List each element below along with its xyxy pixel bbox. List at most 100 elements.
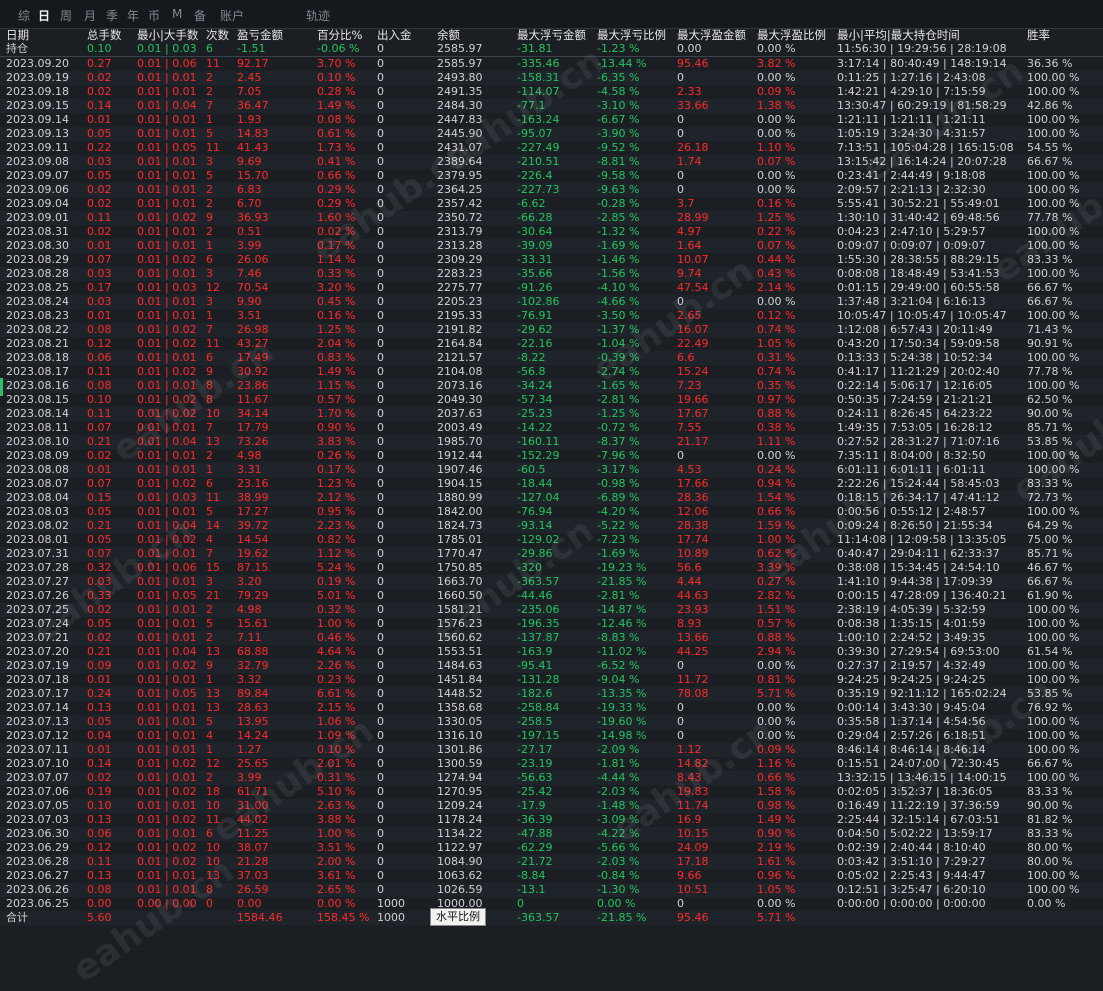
table-row[interactable]: 2023.08.30 0.01 0.01 | 0.01 1 3.99 0.17 % 0 231…: [0, 239, 1103, 253]
table-row[interactable]: 2023.09.14 0.01 0.01 | 0.01 1 1.93 0.08 % 0 244…: [0, 113, 1103, 127]
cell-max-float-loss: -21.72: [517, 855, 553, 868]
table-row[interactable]: 2023.07.24 0.05 0.01 | 0.01 5 15.61 1.00 % 0 15…: [0, 617, 1103, 631]
header-deposit[interactable]: 出入金: [377, 28, 437, 42]
table-row[interactable]: 2023.07.18 0.01 0.01 | 0.01 1 3.32 0.23 % 0 145…: [0, 673, 1103, 687]
cell-balance: 1026.59: [437, 883, 483, 896]
table-row[interactable]: 2023.08.31 0.02 0.01 | 0.01 2 0.51 0.02 % 0 231…: [0, 225, 1103, 239]
table-row[interactable]: 2023.07.07 0.02 0.01 | 0.01 2 3.99 0.31 % 0 127…: [0, 771, 1103, 785]
header-date[interactable]: 日期: [6, 28, 86, 42]
table-row[interactable]: 2023.07.11 0.01 0.01 | 0.01 1 1.27 0.10 % 0 130…: [0, 743, 1103, 757]
total-row[interactable]: 合计 5.60 1584.46 158.45 % 1000 -363.57 -21.85 %…: [0, 911, 1103, 925]
table-row[interactable]: 2023.09.11 0.22 0.01 | 0.05 11 41.43 1.73 % 0 2…: [0, 141, 1103, 155]
header-total-lots[interactable]: 总手数: [87, 28, 137, 42]
table-row[interactable]: 2023.08.02 0.21 0.01 | 0.04 14 39.72 2.23 % 0 1…: [0, 519, 1103, 533]
header-percent[interactable]: 百分比%: [317, 28, 377, 42]
position-row[interactable]: 持仓 0.10 0.01 | 0.03 6 -1.51 -0.06 % 0 2585.97 -3…: [0, 42, 1103, 56]
table-row[interactable]: 2023.09.20 0.27 0.01 | 0.06 11 92.17 3.70 % 0 2…: [0, 57, 1103, 71]
tab-2[interactable]: 周: [60, 7, 72, 24]
table-row[interactable]: 2023.08.11 0.07 0.01 | 0.01 7 17.79 0.90 % 0 20…: [0, 421, 1103, 435]
tab-7[interactable]: M: [172, 7, 182, 21]
table-row[interactable]: 2023.07.03 0.13 0.01 | 0.02 11 44.02 3.88 % 0 1…: [0, 813, 1103, 827]
tab-6[interactable]: 币: [148, 7, 160, 24]
table-row[interactable]: 2023.09.08 0.03 0.01 | 0.01 3 9.69 0.41 % 0 238…: [0, 155, 1103, 169]
tab-5[interactable]: 年: [127, 7, 139, 24]
table-row[interactable]: 2023.06.27 0.13 0.01 | 0.01 13 37.03 3.61 % 0 1…: [0, 869, 1103, 883]
table-row[interactable]: 2023.08.17 0.11 0.01 | 0.02 9 30.92 1.49 % 0 21…: [0, 365, 1103, 379]
table-row[interactable]: 2023.09.18 0.02 0.01 | 0.01 2 7.05 0.28 % 0 249…: [0, 85, 1103, 99]
table-row[interactable]: 2023.07.31 0.07 0.01 | 0.01 7 19.62 1.12 % 0 17…: [0, 547, 1103, 561]
header-pnl[interactable]: 盈亏金额: [237, 28, 317, 42]
table-row[interactable]: 2023.09.07 0.05 0.01 | 0.01 5 15.70 0.66 % 0 23…: [0, 169, 1103, 183]
tab-0[interactable]: 综: [18, 7, 30, 24]
table-row[interactable]: 2023.08.23 0.01 0.01 | 0.01 1 3.51 0.16 % 0 219…: [0, 309, 1103, 323]
header-min-max-lots[interactable]: 最小|大手数: [137, 28, 206, 42]
table-row[interactable]: 2023.07.27 0.03 0.01 | 0.01 3 3.20 0.19 % 0 166…: [0, 575, 1103, 589]
table-row[interactable]: 2023.08.14 0.11 0.01 | 0.02 10 34.14 1.70 % 0 2…: [0, 407, 1103, 421]
table-row[interactable]: 2023.08.25 0.17 0.01 | 0.03 12 70.54 3.20 % 0 2…: [0, 281, 1103, 295]
table-row[interactable]: 2023.08.22 0.08 0.01 | 0.02 7 26.98 1.25 % 0 21…: [0, 323, 1103, 337]
table-row[interactable]: 2023.08.04 0.15 0.01 | 0.03 11 38.99 2.12 % 0 1…: [0, 491, 1103, 505]
table-row[interactable]: 2023.07.10 0.14 0.01 | 0.02 12 25.65 2.01 % 0 1…: [0, 757, 1103, 771]
cell-win-rate: 100.00 %: [1027, 743, 1080, 756]
table-row[interactable]: 2023.07.05 0.10 0.01 | 0.01 10 31.00 2.63 % 0 1…: [0, 799, 1103, 813]
table-row[interactable]: 2023.06.29 0.12 0.01 | 0.02 10 38.07 3.51 % 0 1…: [0, 841, 1103, 855]
table-row[interactable]: 2023.06.26 0.08 0.01 | 0.01 8 26.59 2.65 % 0 10…: [0, 883, 1103, 897]
table-row[interactable]: 2023.07.12 0.04 0.01 | 0.01 4 14.24 1.09 % 0 13…: [0, 729, 1103, 743]
table-row[interactable]: 2023.07.28 0.32 0.01 | 0.06 15 87.15 5.24 % 0 1…: [0, 561, 1103, 575]
table-row[interactable]: 2023.08.16 0.08 0.01 | 0.01 8 23.86 1.15 % 0 20…: [0, 379, 1103, 393]
table-row[interactable]: 2023.07.13 0.05 0.01 | 0.01 5 13.95 1.06 % 0 13…: [0, 715, 1103, 729]
table-row[interactable]: 2023.06.25 0.00 0.00 | 0.00 0 0.00 0.00 % 1000…: [0, 897, 1103, 911]
header-win-rate[interactable]: 胜率: [1027, 28, 1103, 42]
table-row[interactable]: 2023.08.24 0.03 0.01 | 0.01 3 9.90 0.45 % 0 220…: [0, 295, 1103, 309]
tab-1[interactable]: 日: [38, 7, 50, 24]
table-row[interactable]: 2023.07.26 0.33 0.01 | 0.05 21 79.29 5.01 % 0 1…: [0, 589, 1103, 603]
cell-deposit: 0: [377, 673, 384, 686]
table-row[interactable]: 2023.07.17 0.24 0.01 | 0.05 13 89.84 6.61 % 0 1…: [0, 687, 1103, 701]
cell-min-max-lots: 0.01 | 0.05: [137, 141, 197, 154]
tab-9[interactable]: 账户: [220, 7, 244, 24]
table-row[interactable]: 2023.08.03 0.05 0.01 | 0.01 5 17.27 0.95 % 0 18…: [0, 505, 1103, 519]
header-count[interactable]: 次数: [206, 28, 237, 42]
table-row[interactable]: 2023.09.19 0.02 0.01 | 0.01 2 2.45 0.10 % 0 249…: [0, 71, 1103, 85]
table-row[interactable]: 2023.08.18 0.06 0.01 | 0.01 6 17.49 0.83 % 0 21…: [0, 351, 1103, 365]
cell-win-rate: 100.00 %: [1027, 869, 1080, 882]
table-row[interactable]: 2023.09.13 0.05 0.01 | 0.01 5 14.83 0.61 % 0 24…: [0, 127, 1103, 141]
table-row[interactable]: 2023.07.06 0.19 0.01 | 0.02 18 61.71 5.10 % 0 1…: [0, 785, 1103, 799]
table-row[interactable]: 2023.09.15 0.14 0.01 | 0.04 7 36.47 1.49 % 0 24…: [0, 99, 1103, 113]
tab-4[interactable]: 季: [106, 7, 118, 24]
cell-percent: 2.12 %: [317, 491, 356, 504]
header-hold-time[interactable]: 最小|平均|最大持仓时间: [837, 28, 1027, 42]
table-row[interactable]: 2023.07.21 0.02 0.01 | 0.01 2 7.11 0.46 % 0 156…: [0, 631, 1103, 645]
table-row[interactable]: 2023.08.07 0.07 0.01 | 0.02 6 23.16 1.23 % 0 19…: [0, 477, 1103, 491]
header-balance[interactable]: 余额: [437, 28, 517, 42]
table-row[interactable]: 2023.08.28 0.03 0.01 | 0.01 3 7.46 0.33 % 0 228…: [0, 267, 1103, 281]
table-row[interactable]: 2023.08.08 0.01 0.01 | 0.01 1 3.31 0.17 % 0 190…: [0, 463, 1103, 477]
table-row[interactable]: 2023.08.01 0.05 0.01 | 0.02 4 14.54 0.82 % 0 17…: [0, 533, 1103, 547]
header-max-float-loss[interactable]: 最大浮亏金额: [517, 28, 597, 42]
cell-percent: 0.90 %: [317, 421, 356, 434]
header-max-float-profit[interactable]: 最大浮盈金额: [677, 28, 757, 42]
table-row[interactable]: 2023.08.15 0.10 0.01 | 0.02 8 11.67 0.57 % 0 20…: [0, 393, 1103, 407]
table-row[interactable]: 2023.09.06 0.02 0.01 | 0.01 2 6.83 0.29 % 0 236…: [0, 183, 1103, 197]
table-row[interactable]: 2023.06.30 0.06 0.01 | 0.01 6 11.25 1.00 % 0 11…: [0, 827, 1103, 841]
header-max-float-loss-pct[interactable]: 最大浮亏比例: [597, 28, 677, 42]
table-row[interactable]: 2023.09.01 0.11 0.01 | 0.02 9 36.93 1.60 % 0 23…: [0, 211, 1103, 225]
table-row[interactable]: 2023.06.28 0.11 0.01 | 0.02 10 21.28 2.00 % 0 1…: [0, 855, 1103, 869]
table-row[interactable]: 2023.08.10 0.21 0.01 | 0.04 13 73.26 3.83 % 0 1…: [0, 435, 1103, 449]
tab-10[interactable]: 轨迹: [306, 7, 330, 24]
cell-max-float-loss: -60.5: [517, 463, 546, 476]
header-max-float-profit-pct[interactable]: 最大浮盈比例: [757, 28, 837, 42]
cell-date: 2023.07.03: [6, 813, 69, 826]
table-row[interactable]: 2023.07.20 0.21 0.01 | 0.04 13 68.88 4.64 % 0 1…: [0, 645, 1103, 659]
table-row[interactable]: 2023.08.21 0.12 0.01 | 0.02 11 43.27 2.04 % 0 2…: [0, 337, 1103, 351]
table-row[interactable]: 2023.07.19 0.09 0.01 | 0.02 9 32.79 2.26 % 0 14…: [0, 659, 1103, 673]
table-row[interactable]: 2023.08.09 0.02 0.01 | 0.01 2 4.98 0.26 % 0 191…: [0, 449, 1103, 463]
cell-total-lots: 0.01: [87, 673, 112, 686]
table-row[interactable]: 2023.08.29 0.07 0.01 | 0.02 6 26.06 1.14 % 0 23…: [0, 253, 1103, 267]
table-row[interactable]: 2023.09.04 0.02 0.01 | 0.01 2 6.70 0.29 % 0 235…: [0, 197, 1103, 211]
table-row[interactable]: 2023.07.25 0.02 0.01 | 0.01 2 4.98 0.32 % 0 158…: [0, 603, 1103, 617]
tab-3[interactable]: 月: [84, 7, 96, 24]
cell-date: 持仓: [6, 42, 28, 55]
table-row[interactable]: 2023.07.14 0.13 0.01 | 0.01 13 28.63 2.15 % 0 1…: [0, 701, 1103, 715]
tab-8[interactable]: 备: [194, 7, 206, 24]
